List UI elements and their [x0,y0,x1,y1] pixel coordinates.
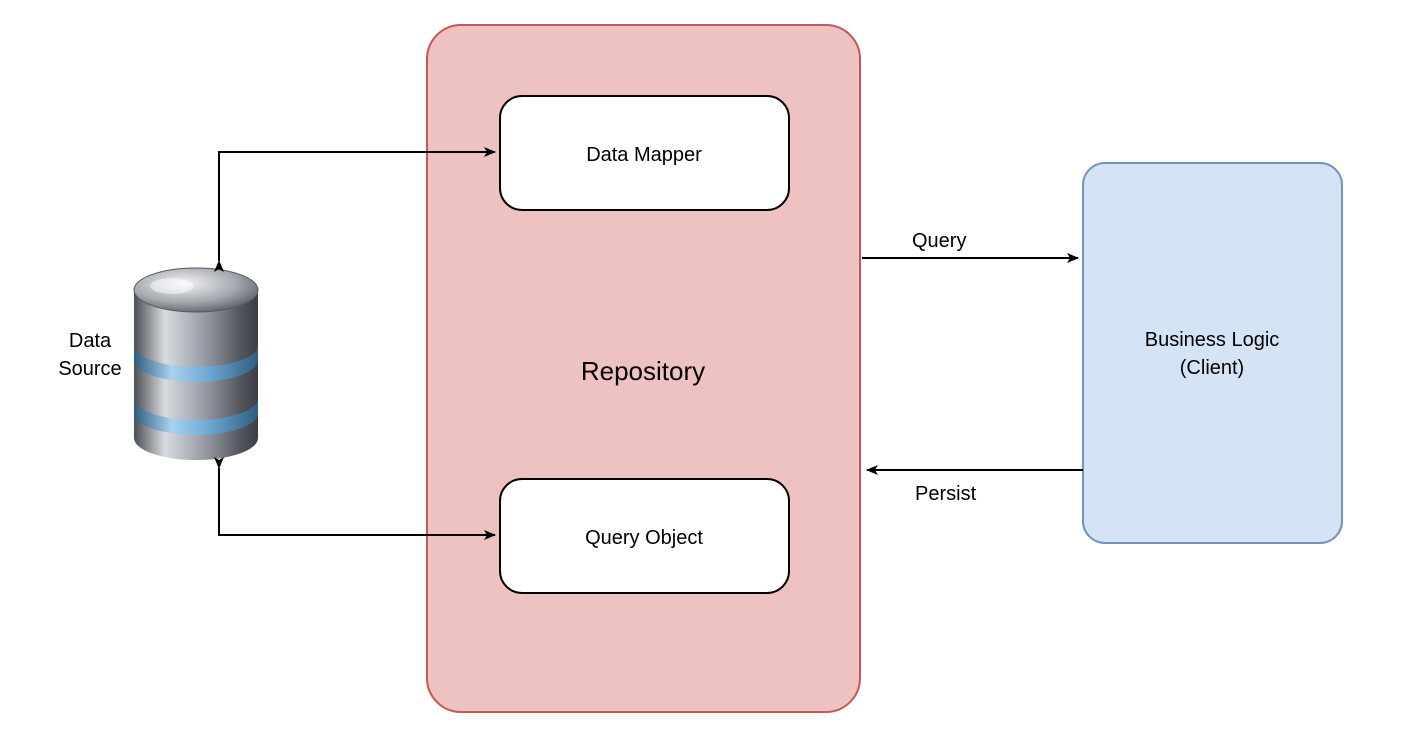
arrow-persist-label: Persist [915,483,977,505]
query-object-label: Query Object [585,527,703,549]
data-source-label-line1: Data [69,330,112,352]
data-mapper-box: Data Mapper [500,96,789,210]
client-label-line1: Business Logic [1145,329,1280,351]
diagram-canvas: Repository Data Mapper Query Object Busi… [0,0,1409,744]
data-source-label-line2: Source [58,358,121,380]
repository-label: Repository [581,356,705,386]
query-object-box: Query Object [500,479,789,593]
arrow-query-label: Query [912,230,966,252]
repository-container: Repository Data Mapper Query Object [427,25,860,712]
data-mapper-label: Data Mapper [586,144,702,166]
client-label-line2: (Client) [1180,357,1244,379]
data-source-icon [134,268,258,460]
client-box: Business Logic (Client) [1083,163,1342,543]
